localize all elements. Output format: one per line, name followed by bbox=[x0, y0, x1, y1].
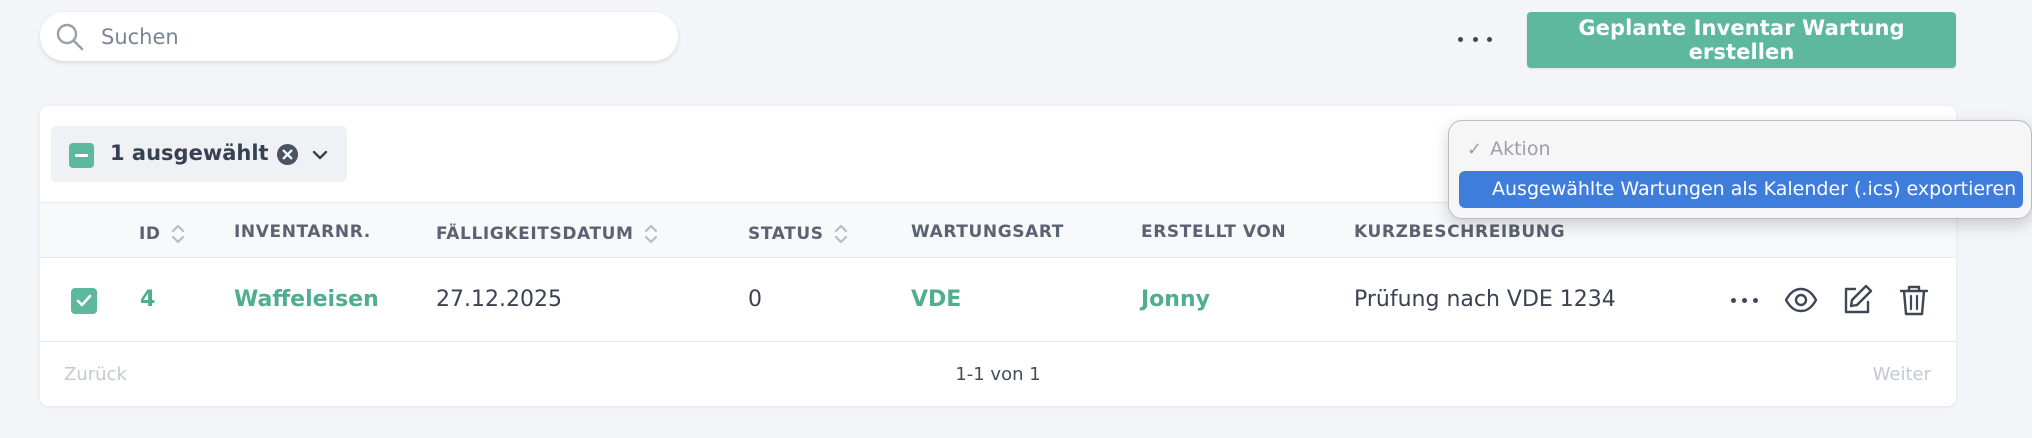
row-kurzbeschreibung: Prüfung nach VDE 1234 bbox=[1354, 287, 1616, 312]
row-erstellt-von-link[interactable]: Jonny bbox=[1141, 287, 1210, 312]
sort-icon bbox=[644, 224, 657, 244]
column-header-erstellt-von: ERSTELLT VON bbox=[1141, 222, 1287, 242]
row-more-button[interactable] bbox=[1731, 298, 1758, 304]
trash-icon[interactable] bbox=[1897, 283, 1931, 317]
row-faelligkeitsdatum: 27.12.2025 bbox=[436, 287, 562, 312]
column-header-inventarnr: INVENTARNR. bbox=[234, 222, 371, 242]
more-icon bbox=[1731, 298, 1736, 303]
column-header-status[interactable]: STATUS bbox=[748, 222, 848, 246]
search-bar[interactable] bbox=[40, 12, 678, 61]
search-input[interactable] bbox=[101, 22, 661, 52]
row-id-link[interactable]: 4 bbox=[140, 287, 155, 312]
chevron-down-icon bbox=[312, 150, 328, 160]
column-header-faelligkeitsdatum[interactable]: FÄLLIGKEITSDATUM bbox=[436, 222, 658, 246]
select-all-checkbox[interactable] bbox=[69, 143, 94, 168]
bulk-selection-dropdown[interactable]: 1 ausgewählt bbox=[51, 126, 347, 182]
pagination-summary: 1-1 von 1 bbox=[955, 364, 1041, 385]
column-header-wartungsart: WARTUNGSART bbox=[911, 222, 1064, 242]
check-icon bbox=[76, 294, 92, 307]
edit-icon[interactable] bbox=[1840, 283, 1874, 317]
more-options-button[interactable] bbox=[1458, 30, 1492, 48]
row-status: 0 bbox=[748, 287, 762, 312]
row-checkbox[interactable] bbox=[71, 288, 97, 314]
sort-icon bbox=[171, 224, 184, 244]
check-icon: ✓ bbox=[1467, 138, 1483, 160]
row-inventarnr-link[interactable]: Waffeleisen bbox=[234, 287, 379, 312]
column-header-id[interactable]: ID bbox=[139, 222, 185, 246]
row-wartungsart-link[interactable]: VDE bbox=[911, 287, 961, 312]
action-select-placeholder: ✓ Aktion bbox=[1467, 138, 1551, 160]
search-icon bbox=[56, 23, 84, 51]
selection-count-label: 1 ausgewählt bbox=[110, 141, 269, 165]
export-ics-option[interactable]: Ausgewählte Wartungen als Kalender (.ics… bbox=[1459, 171, 2023, 208]
sort-icon bbox=[834, 224, 847, 244]
action-select-menu[interactable]: ✓ Aktion Ausgewählte Wartungen als Kalen… bbox=[1448, 120, 2032, 219]
clear-icon[interactable] bbox=[276, 143, 299, 166]
table-pagination: Zurück 1-1 von 1 Weiter bbox=[40, 342, 1956, 406]
more-icon bbox=[1458, 36, 1463, 42]
eye-icon[interactable] bbox=[1784, 283, 1818, 317]
next-page-button[interactable]: Weiter bbox=[1873, 364, 1931, 385]
table-row: 4 Waffeleisen 27.12.2025 0 VDE Jonny Prü… bbox=[40, 258, 1956, 342]
create-maintenance-button[interactable]: Geplante Inventar Wartung erstellen bbox=[1527, 12, 1956, 68]
column-header-kurzbeschreibung: KURZBESCHREIBUNG bbox=[1354, 222, 1566, 242]
